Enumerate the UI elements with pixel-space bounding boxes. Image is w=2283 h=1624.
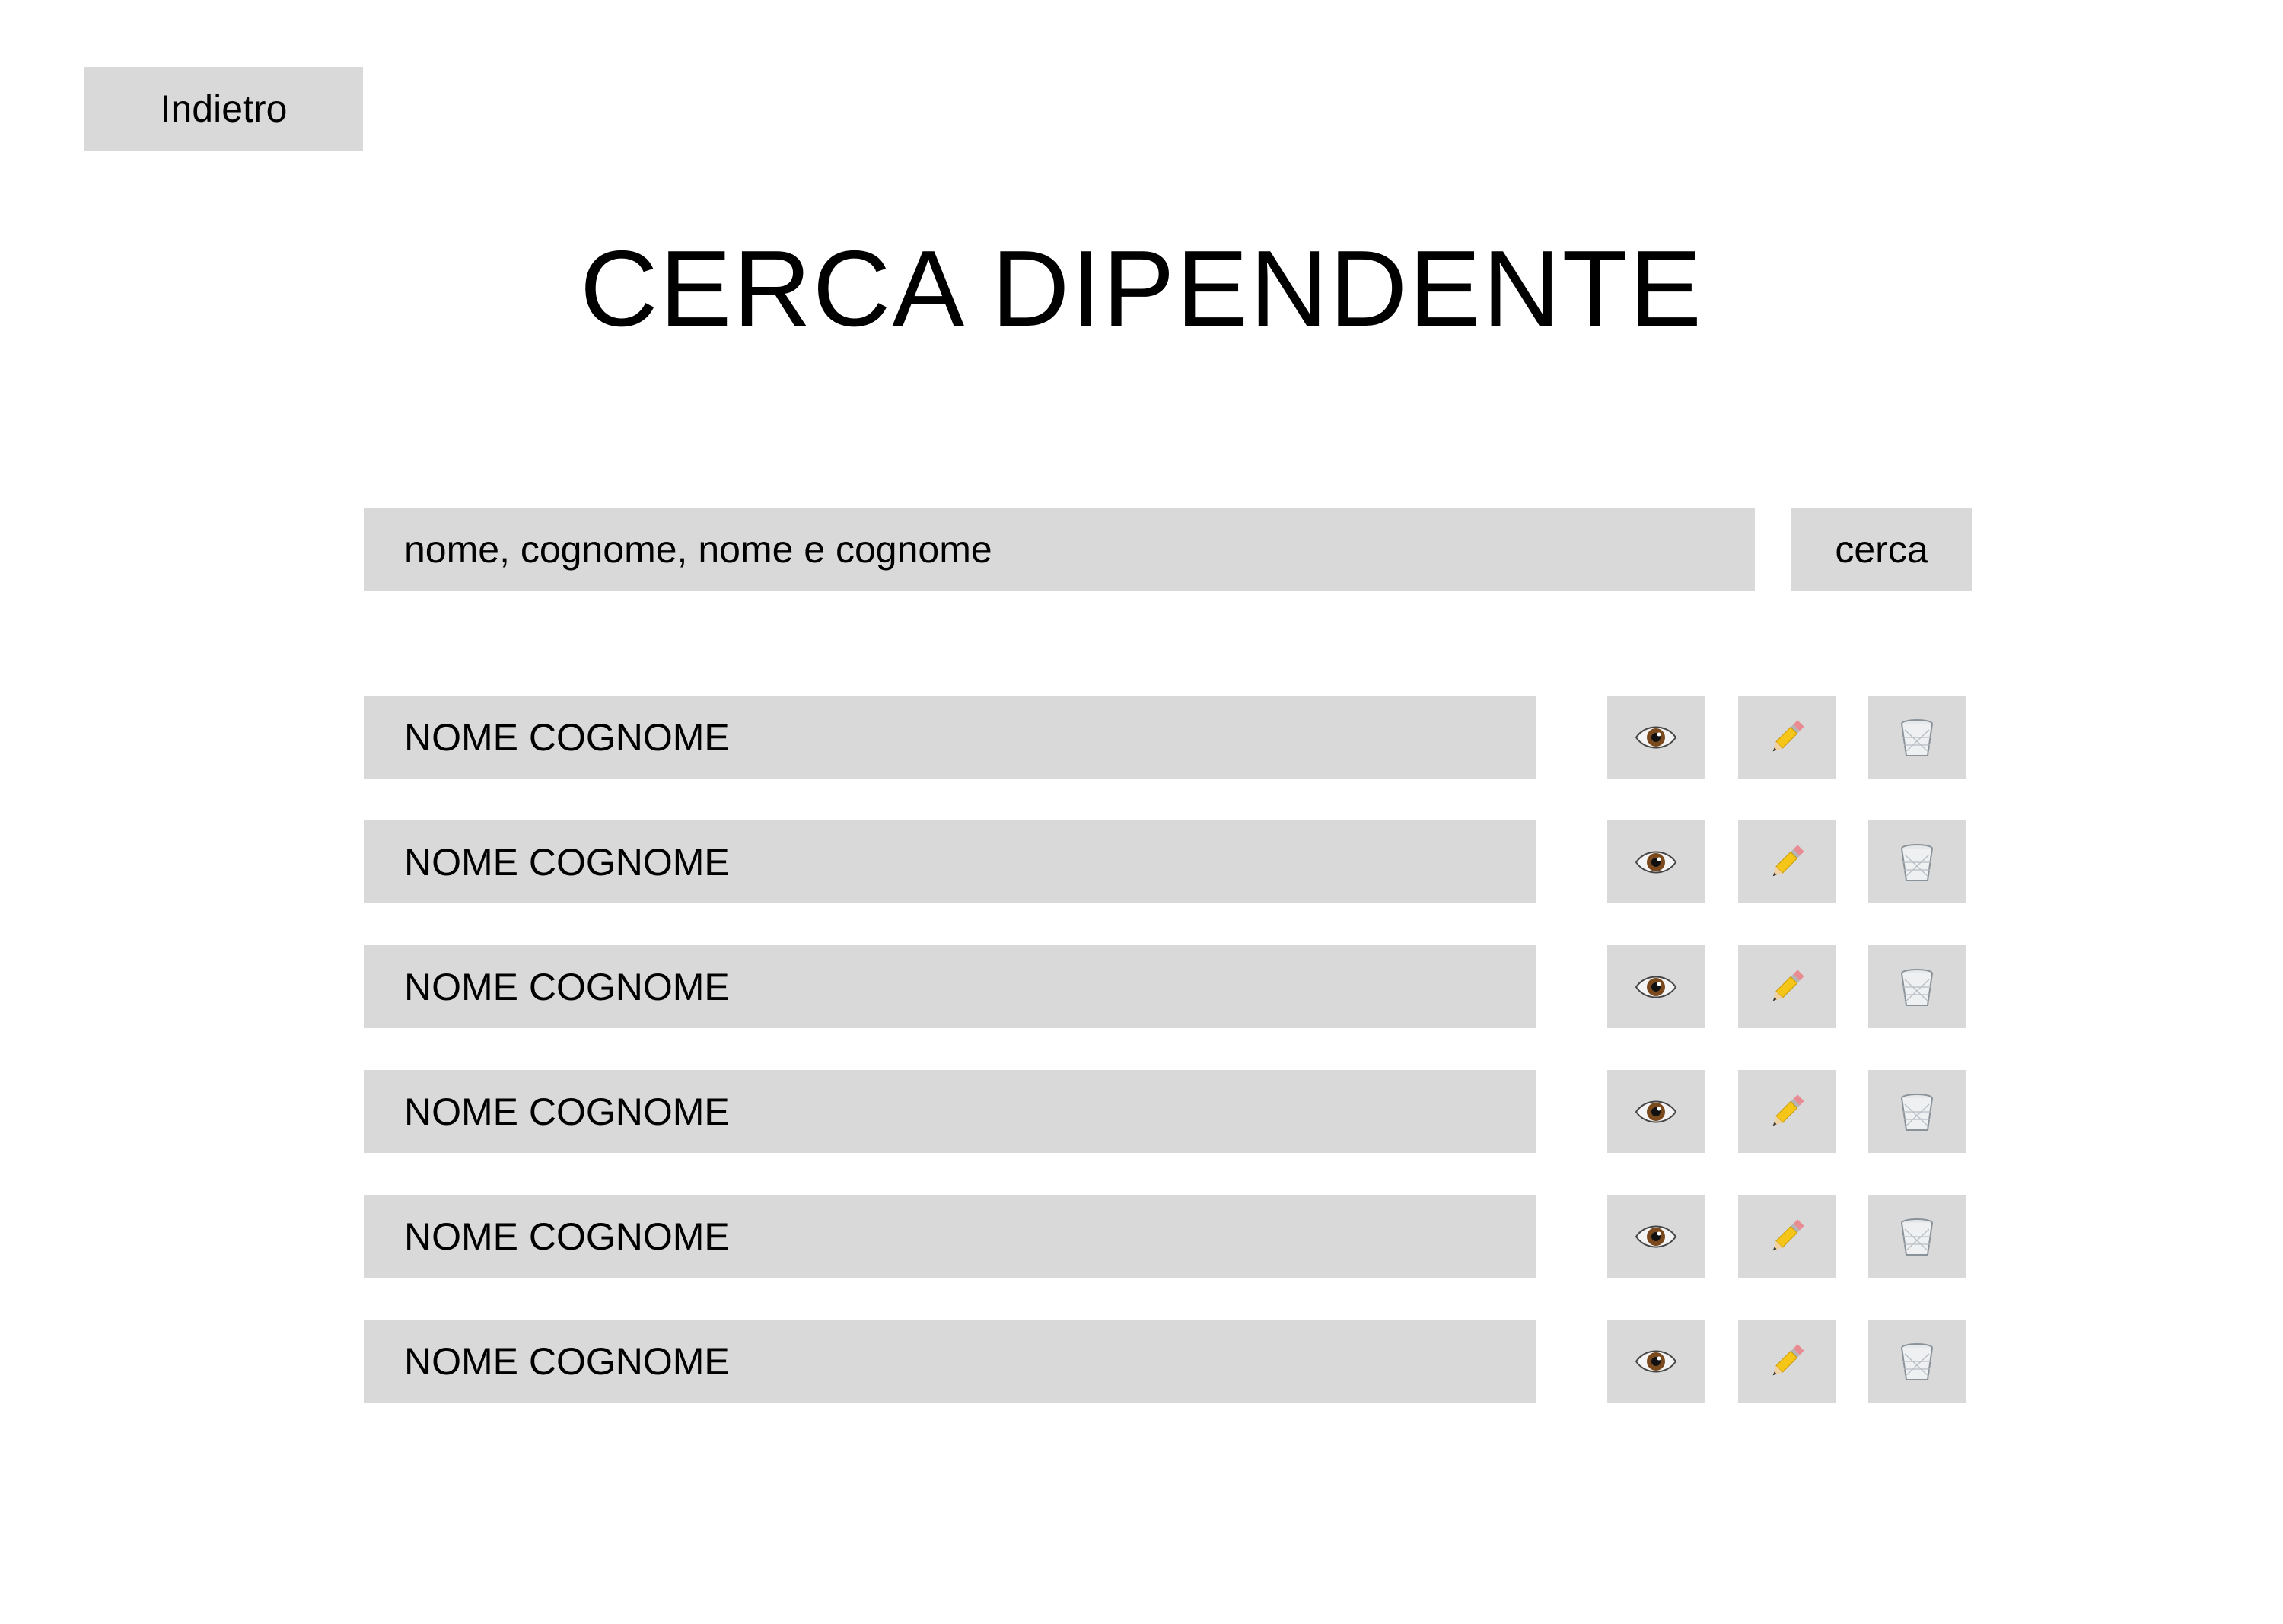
delete-button[interactable] bbox=[1868, 696, 1966, 779]
page-title: CERCA DIPENDENTE bbox=[580, 228, 1703, 349]
pencil-icon bbox=[1764, 1089, 1810, 1135]
pencil-icon bbox=[1764, 839, 1810, 885]
pencil-icon bbox=[1764, 715, 1810, 760]
view-button[interactable] bbox=[1607, 945, 1705, 1028]
trash-icon bbox=[1894, 1089, 1940, 1135]
pencil-icon bbox=[1764, 1339, 1810, 1384]
delete-button[interactable] bbox=[1868, 945, 1966, 1028]
trash-icon bbox=[1894, 964, 1940, 1010]
edit-button[interactable] bbox=[1738, 820, 1836, 903]
eye-icon bbox=[1633, 1214, 1679, 1259]
trash-icon bbox=[1894, 839, 1940, 885]
edit-button[interactable] bbox=[1738, 945, 1836, 1028]
delete-button[interactable] bbox=[1868, 1070, 1966, 1153]
edit-button[interactable] bbox=[1738, 696, 1836, 779]
back-button[interactable]: Indietro bbox=[84, 67, 363, 151]
search-input[interactable] bbox=[364, 508, 1755, 591]
view-button[interactable] bbox=[1607, 1320, 1705, 1403]
edit-button[interactable] bbox=[1738, 1195, 1836, 1278]
employee-name-row[interactable]: NOME COGNOME bbox=[364, 696, 1536, 779]
trash-icon bbox=[1894, 1339, 1940, 1384]
eye-icon bbox=[1633, 1089, 1679, 1135]
eye-icon bbox=[1633, 839, 1679, 885]
employee-name-row[interactable]: NOME COGNOME bbox=[364, 945, 1536, 1028]
employee-name-row[interactable]: NOME COGNOME bbox=[364, 1070, 1536, 1153]
trash-icon bbox=[1894, 1214, 1940, 1259]
delete-button[interactable] bbox=[1868, 1195, 1966, 1278]
eye-icon bbox=[1633, 964, 1679, 1010]
search-button[interactable]: cerca bbox=[1791, 508, 1972, 591]
edit-button[interactable] bbox=[1738, 1320, 1836, 1403]
pencil-icon bbox=[1764, 1214, 1810, 1259]
eye-icon bbox=[1633, 715, 1679, 760]
delete-button[interactable] bbox=[1868, 820, 1966, 903]
employee-name-row[interactable]: NOME COGNOME bbox=[364, 820, 1536, 903]
edit-button[interactable] bbox=[1738, 1070, 1836, 1153]
view-button[interactable] bbox=[1607, 1195, 1705, 1278]
employee-name-row[interactable]: NOME COGNOME bbox=[364, 1320, 1536, 1403]
employee-name-row[interactable]: NOME COGNOME bbox=[364, 1195, 1536, 1278]
delete-button[interactable] bbox=[1868, 1320, 1966, 1403]
view-button[interactable] bbox=[1607, 1070, 1705, 1153]
eye-icon bbox=[1633, 1339, 1679, 1384]
view-button[interactable] bbox=[1607, 696, 1705, 779]
trash-icon bbox=[1894, 715, 1940, 760]
view-button[interactable] bbox=[1607, 820, 1705, 903]
pencil-icon bbox=[1764, 964, 1810, 1010]
